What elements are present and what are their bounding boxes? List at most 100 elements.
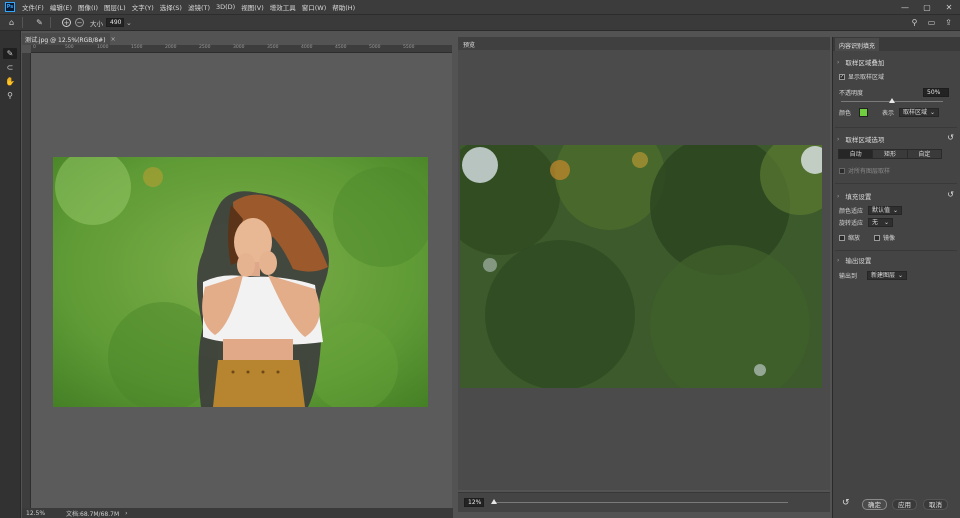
- scale-label: 缩放: [848, 235, 861, 242]
- search-icon[interactable]: ⚲: [909, 17, 920, 28]
- hand-tool-icon[interactable]: ✋: [3, 76, 17, 87]
- preview-zoom-input[interactable]: 12%: [464, 498, 484, 507]
- preview-image[interactable]: [460, 145, 822, 388]
- mirror-checkbox[interactable]: [874, 234, 881, 241]
- overlay-section-header[interactable]: › 取样区域叠加: [837, 57, 885, 68]
- menu-select[interactable]: 选择(S): [157, 2, 185, 12]
- panel-tab[interactable]: 内容识别填充: [835, 38, 880, 51]
- window-controls: — ▢ ✕: [894, 0, 960, 14]
- photoshop-logo-icon: Ps: [5, 2, 15, 12]
- minimize-button[interactable]: —: [894, 3, 916, 12]
- rotation-adaptation-select[interactable]: 无 ⌄: [868, 218, 894, 227]
- sampling-mode-auto[interactable]: 自动: [839, 150, 874, 158]
- document-size: 文档:68.7M/68.7M: [66, 510, 120, 518]
- sampling-mode-rectangular[interactable]: 矩形: [873, 150, 908, 158]
- reset-sampling-icon[interactable]: ↺: [947, 133, 954, 142]
- preview-zoom-thumb[interactable]: [491, 499, 497, 504]
- zoom-tool-icon[interactable]: ⚲: [3, 90, 17, 101]
- ruler-tick: 5500: [403, 45, 415, 50]
- ruler-tick: 4500: [335, 45, 347, 50]
- reset-all-icon[interactable]: ↺: [842, 498, 850, 508]
- menu-edit[interactable]: 编辑(E): [47, 2, 75, 12]
- zoom-level[interactable]: 12.5%: [26, 510, 66, 517]
- fill-settings-title: 填充设置: [845, 193, 872, 201]
- menu-3d[interactable]: 3D(D): [213, 3, 238, 11]
- ruler-tick: 4000: [301, 45, 313, 50]
- section-chevron-icon: ›: [837, 58, 840, 66]
- home-icon[interactable]: ⌂: [6, 17, 17, 28]
- preview-zoom-slider[interactable]: [491, 499, 788, 504]
- apply-button[interactable]: 应用: [892, 499, 917, 510]
- chevron-down-icon: ⌄: [930, 108, 936, 116]
- opacity-slider[interactable]: [841, 98, 943, 103]
- menu-help[interactable]: 帮助(H): [329, 2, 358, 12]
- sampling-options-title: 取样区域选项: [845, 136, 885, 144]
- overlay-color-swatch[interactable]: [859, 108, 869, 117]
- cancel-button[interactable]: 取消: [923, 499, 948, 510]
- opacity-input[interactable]: 50%: [923, 88, 949, 97]
- show-sampling-label: 显示取样区域: [848, 74, 885, 81]
- ruler-tick: 3500: [267, 45, 279, 50]
- menu-plugins[interactable]: 增效工具: [267, 2, 299, 12]
- close-window-button[interactable]: ✕: [938, 3, 960, 12]
- fill-settings-header[interactable]: › 填充设置: [837, 191, 872, 202]
- close-tab-icon[interactable]: ×: [111, 36, 116, 43]
- divider: [835, 183, 957, 184]
- output-settings-header[interactable]: › 输出设置: [837, 255, 872, 266]
- maximize-button[interactable]: ▢: [916, 3, 938, 12]
- ok-button[interactable]: 确定: [862, 499, 887, 510]
- show-sampling-checkbox[interactable]: ✓: [839, 73, 845, 80]
- color-adaptation-select[interactable]: 默认值 ⌄: [868, 206, 903, 215]
- size-input[interactable]: 490: [106, 18, 124, 27]
- workspace-icon[interactable]: ▭: [926, 17, 937, 28]
- sampling-options-header[interactable]: › 取样区域选项: [837, 134, 885, 145]
- add-mode-icon[interactable]: +: [62, 18, 71, 27]
- output-settings-title: 输出设置: [845, 257, 872, 265]
- sampling-mode-custom[interactable]: 自定: [907, 150, 941, 158]
- scale-checkbox[interactable]: [839, 234, 845, 241]
- section-chevron-icon: ›: [837, 256, 840, 264]
- ruler-tick: 1000: [97, 45, 109, 50]
- menu-view[interactable]: 视图(V): [238, 2, 267, 12]
- subtract-mode-icon[interactable]: −: [75, 18, 84, 27]
- size-dropdown-chevron-icon[interactable]: ⌄: [126, 19, 132, 27]
- chevron-down-icon: ⌄: [898, 271, 904, 279]
- document-tab-title: 测试.jpg @ 12.5%(RGB/8#): [25, 36, 106, 44]
- sampling-brush-tool-icon[interactable]: ✎: [3, 48, 17, 59]
- menu-type[interactable]: 文字(Y): [129, 2, 157, 12]
- color-adaptation-label: 颜色适应: [839, 208, 864, 215]
- menu-layer[interactable]: 图层(L): [101, 2, 129, 12]
- sample-all-layers-row[interactable]: 对所有图层取样: [839, 166, 890, 175]
- options-bar: ⌂ ✎ + − 大小 490 ⌄ ⚲ ▭ ⇪: [0, 14, 960, 31]
- menu-image[interactable]: 图像(I): [75, 2, 101, 12]
- chevron-down-icon: ⌄: [884, 218, 890, 226]
- divider: [835, 250, 957, 251]
- status-menu-arrow-icon[interactable]: ›: [125, 510, 127, 517]
- status-bar: 12.5% 文档:68.7M/68.7M ›: [22, 508, 453, 518]
- reset-fill-icon[interactable]: ↺: [947, 190, 954, 199]
- vertical-ruler: [22, 53, 31, 508]
- horizontal-ruler: 0 500 1000 1500 2000 2500 3000 3500 4000…: [31, 45, 452, 53]
- chevron-down-icon: ⌄: [893, 206, 899, 214]
- panel-tab-bar: 内容识别填充: [833, 37, 960, 51]
- brush-tool-preset-icon[interactable]: ✎: [34, 17, 45, 28]
- divider: [835, 127, 957, 128]
- show-sampling-row[interactable]: ✓ 显示取样区域: [839, 72, 884, 81]
- ruler-tick: 3000: [233, 45, 245, 50]
- menu-filter[interactable]: 滤镜(T): [185, 2, 213, 12]
- sample-all-layers-checkbox[interactable]: [839, 167, 845, 174]
- output-to-value: 新建图层: [871, 271, 896, 279]
- menu-window[interactable]: 窗口(W): [299, 2, 330, 12]
- share-icon[interactable]: ⇪: [943, 17, 954, 28]
- tools-bar: ✎ ⊂ ✋ ⚲: [0, 31, 21, 518]
- menu-file[interactable]: 文件(F): [19, 2, 47, 12]
- output-to-label: 输出到: [839, 273, 858, 280]
- lasso-tool-icon[interactable]: ⊂: [3, 62, 17, 73]
- color-row: 颜色 表示 取样区域 ⌄: [839, 108, 940, 117]
- opacity-slider-thumb[interactable]: [889, 98, 895, 103]
- document-image[interactable]: [53, 157, 428, 407]
- output-to-select[interactable]: 新建图层 ⌄: [867, 271, 908, 280]
- overlay-section-title: 取样区域叠加: [845, 59, 885, 67]
- document-tab[interactable]: 测试.jpg @ 12.5%(RGB/8#) ×: [22, 33, 116, 45]
- indicates-select[interactable]: 取样区域 ⌄: [899, 108, 940, 117]
